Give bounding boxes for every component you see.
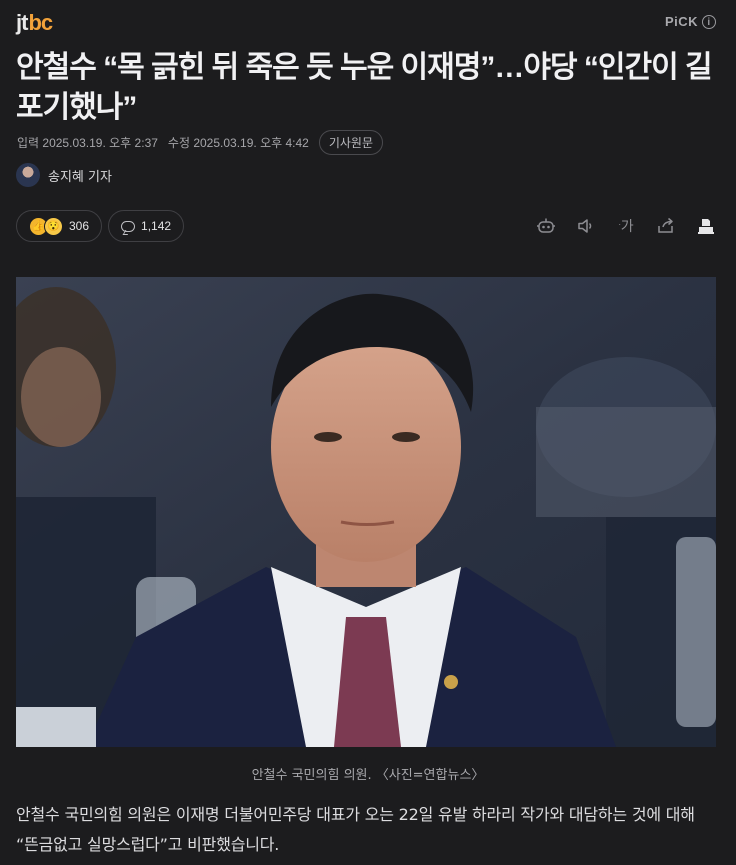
reporter-name: 송지혜 기자 (48, 169, 112, 185)
top-bar: jt bc PiCK i (0, 0, 736, 45)
article-tools: ᐧ가 (534, 214, 718, 238)
article-body: 안철수 국민의힘 의원은 이재명 더불어민주당 대표가 오는 22일 유발 하라… (16, 805, 695, 854)
input-date: 입력 2025.03.19. 오후 2:37 (17, 136, 158, 150)
speaker-icon[interactable] (574, 214, 598, 238)
article-title: 안철수 “목 긁힌 뒤 죽은 듯 누운 이재명”…야당 “인간이 길 포기했나” (16, 51, 713, 124)
pick-badge[interactable]: PiCK i (665, 14, 716, 29)
article-meta: 입력 2025.03.19. 오후 2:37 수정 2025.03.19. 오후… (17, 130, 384, 155)
reporter[interactable]: 송지혜 기자 (16, 163, 112, 187)
robot-summary-icon[interactable] (534, 214, 558, 238)
comment-bubble-icon (121, 220, 136, 232)
article-photo (16, 277, 716, 747)
info-icon[interactable]: i (702, 14, 716, 29)
original-article-button[interactable]: 기사원문 (318, 130, 384, 155)
reporter-avatar (16, 163, 40, 187)
reaction-count: 306 (69, 219, 90, 233)
reaction-bar: 👍 😯 306 1,142 (16, 210, 185, 242)
jtbc-logo[interactable]: jt bc (16, 10, 53, 36)
reaction-emoji-icon: 👍 😯 (29, 216, 63, 236)
share-icon[interactable] (654, 214, 678, 238)
photo-caption: 안철수 국민의힘 의원. 〈사진=연합뉴스〉 (251, 768, 485, 783)
reaction-button[interactable]: 👍 😯 306 (16, 210, 103, 242)
logo-prefix: jt (16, 10, 28, 35)
pick-label: PiCK (664, 14, 698, 29)
logo-accent: bc (28, 10, 53, 35)
modified-date: 수정 2025.03.19. 오후 4:42 (167, 136, 309, 150)
print-icon[interactable] (694, 214, 718, 238)
font-size-icon[interactable]: ᐧ가 (614, 214, 638, 238)
font-size-label: 가 (620, 219, 634, 235)
comment-button[interactable]: 1,142 (108, 210, 185, 242)
comment-count: 1,142 (141, 219, 172, 233)
